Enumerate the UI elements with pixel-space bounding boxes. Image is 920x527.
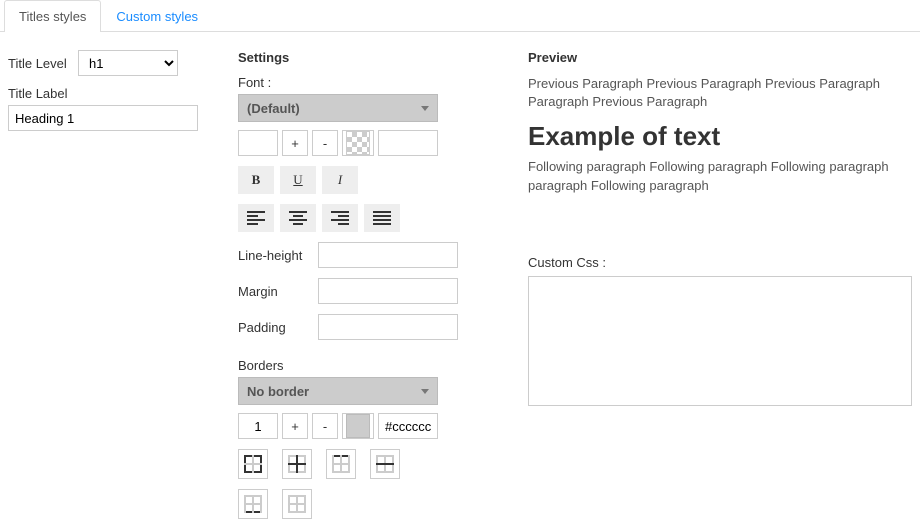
border-inner-icon — [288, 455, 306, 473]
border-top-button[interactable] — [326, 449, 356, 479]
border-bottom-icon — [244, 495, 262, 513]
font-size-input[interactable] — [238, 130, 278, 156]
transparent-icon — [346, 131, 370, 155]
borders-label: Borders — [238, 358, 498, 373]
font-color-swatch[interactable] — [342, 130, 374, 156]
title-label-label: Title Label — [8, 86, 68, 101]
color-swatch-icon — [346, 414, 370, 438]
padding-label: Padding — [238, 320, 318, 335]
preview-prev-paragraph: Previous Paragraph Previous Paragraph Pr… — [528, 75, 912, 111]
settings-heading: Settings — [238, 50, 498, 65]
border-none-button[interactable] — [282, 489, 312, 519]
custom-css-textarea[interactable] — [528, 276, 912, 406]
preview-next-paragraph: Following paragraph Following paragraph … — [528, 158, 912, 194]
title-level-label: Title Level — [8, 56, 78, 71]
border-width-plus-button[interactable]: + — [282, 413, 308, 439]
padding-input[interactable] — [318, 314, 458, 340]
font-label: Font : — [238, 75, 498, 90]
border-none-icon — [288, 495, 306, 513]
bold-button[interactable]: B — [238, 166, 274, 194]
tab-titles-styles[interactable]: Titles styles — [4, 0, 101, 32]
tab-bar: Titles styles Custom styles — [0, 0, 920, 32]
border-width-minus-button[interactable]: - — [312, 413, 338, 439]
align-center-icon — [289, 211, 307, 225]
align-left-icon — [247, 211, 265, 225]
tab-custom-styles[interactable]: Custom styles — [101, 0, 213, 32]
align-justify-button[interactable] — [364, 204, 400, 232]
border-inner-button[interactable] — [282, 449, 312, 479]
margin-label: Margin — [238, 284, 318, 299]
margin-input[interactable] — [318, 278, 458, 304]
align-right-button[interactable] — [322, 204, 358, 232]
underline-button[interactable]: U — [280, 166, 316, 194]
line-height-input[interactable] — [318, 242, 458, 268]
align-justify-icon — [373, 211, 391, 225]
align-center-button[interactable] — [280, 204, 316, 232]
border-width-input[interactable] — [238, 413, 278, 439]
title-label-input[interactable] — [8, 105, 198, 131]
border-color-swatch[interactable] — [342, 413, 374, 439]
border-style-select[interactable]: No border — [238, 377, 438, 405]
chevron-down-icon — [421, 389, 429, 394]
title-level-select[interactable]: h1 — [78, 50, 178, 76]
border-all-button[interactable] — [238, 449, 268, 479]
font-size-minus-button[interactable]: - — [312, 130, 338, 156]
font-color-input[interactable] — [378, 130, 438, 156]
border-bottom-button[interactable] — [238, 489, 268, 519]
align-left-button[interactable] — [238, 204, 274, 232]
italic-button[interactable]: I — [322, 166, 358, 194]
border-style-value: No border — [247, 384, 309, 399]
font-select-value: (Default) — [247, 101, 300, 116]
align-right-icon — [331, 211, 349, 225]
border-color-input[interactable] — [378, 413, 438, 439]
preview-heading: Preview — [528, 50, 912, 65]
border-horizontal-button[interactable] — [370, 449, 400, 479]
border-horizontal-icon — [376, 455, 394, 473]
border-top-icon — [332, 455, 350, 473]
border-all-icon — [244, 455, 262, 473]
line-height-label: Line-height — [238, 248, 318, 263]
preview-example-heading: Example of text — [528, 121, 912, 152]
font-size-plus-button[interactable]: + — [282, 130, 308, 156]
font-select[interactable]: (Default) — [238, 94, 438, 122]
chevron-down-icon — [421, 106, 429, 111]
custom-css-label: Custom Css : — [528, 255, 912, 270]
